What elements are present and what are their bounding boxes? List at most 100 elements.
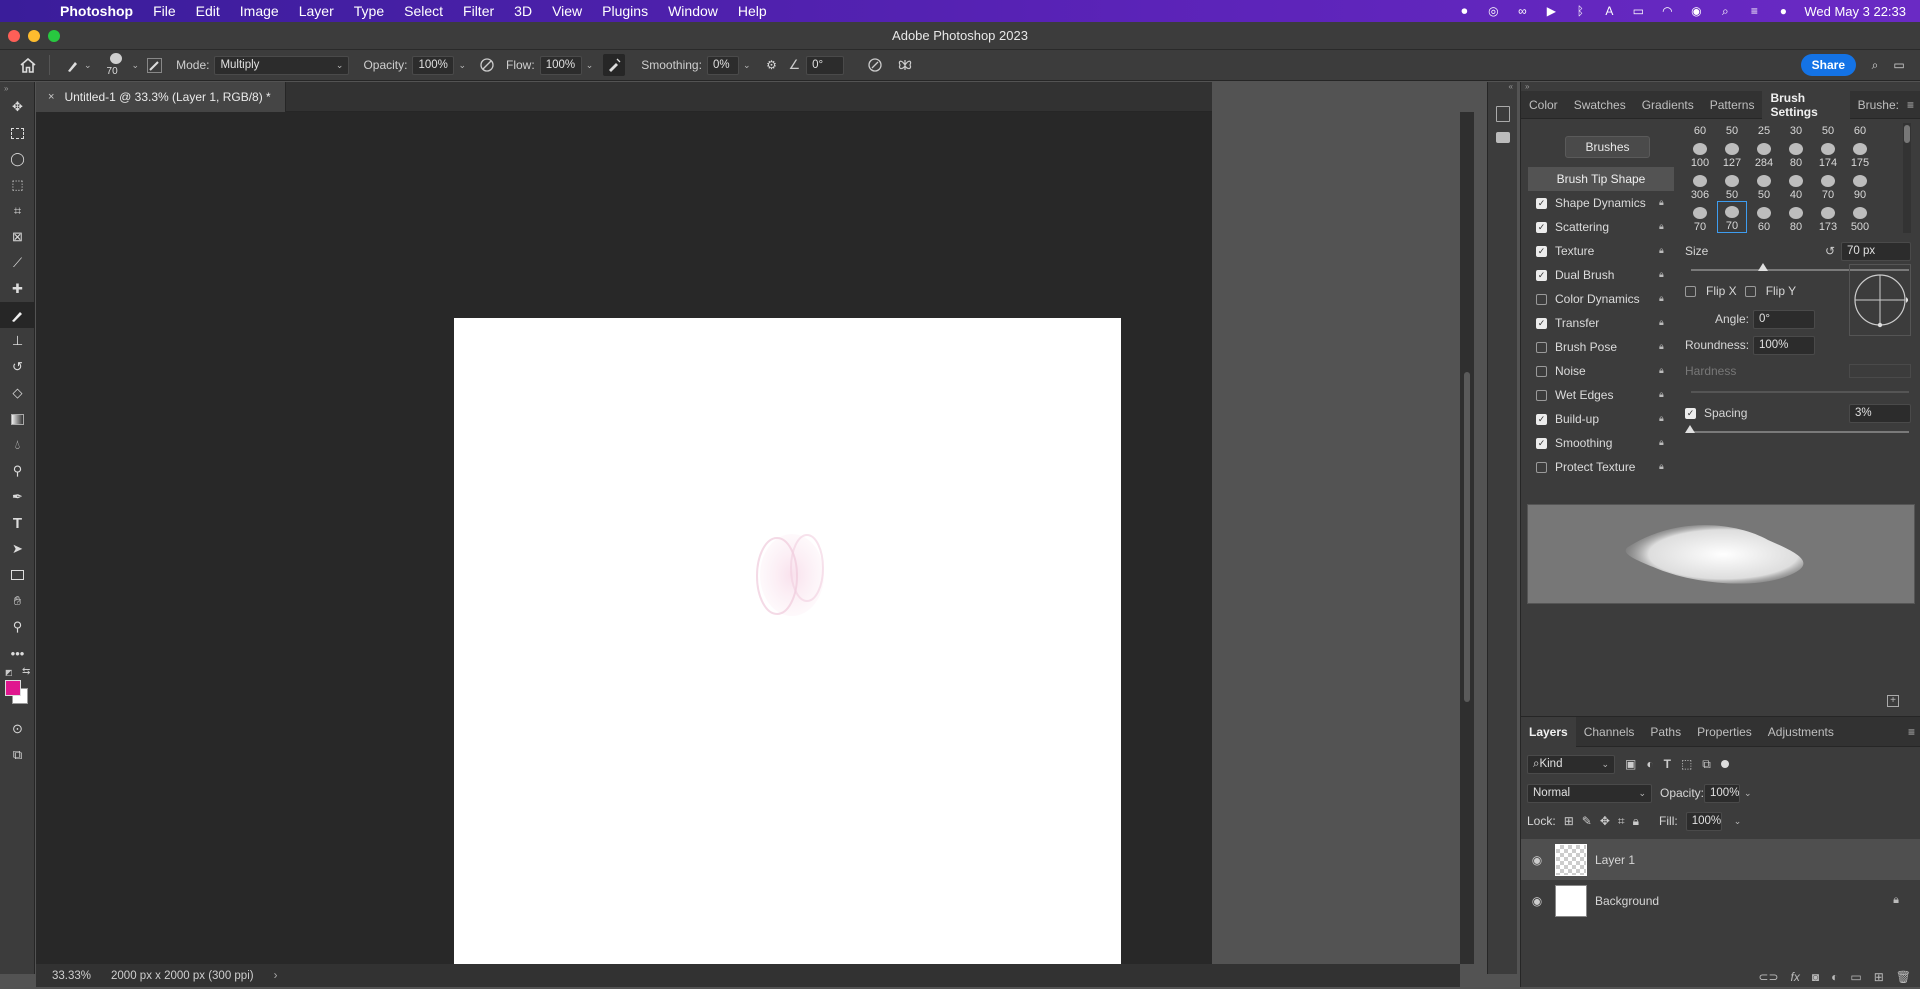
brush-preset[interactable]: 50 [1717,105,1747,137]
airbrush-icon[interactable] [603,54,626,76]
brush-preset[interactable]: 50 [1813,105,1843,137]
brush-option-label[interactable]: Shape Dynamics [1555,196,1646,210]
brush-option-row[interactable]: ✓ Texture 🔒︎ [1528,239,1674,263]
layer-row-layer1[interactable]: ◉ Layer 1 [1521,839,1920,880]
flip-x-checkbox[interactable] [1685,285,1696,297]
menu-view[interactable]: View [542,3,592,19]
brush-option-checkbox[interactable] [1536,389,1547,401]
layer-kind-filter[interactable]: ⌕Kind ⌄ [1527,754,1615,774]
reset-size-icon[interactable]: ↺ [1825,244,1835,258]
crop-tool-icon[interactable]: ⌗ [0,198,35,224]
zoom-window-button[interactable] [48,30,60,42]
brush-tip-shape[interactable]: Brush Tip Shape [1528,167,1674,191]
brush-preset-picker[interactable]: 70 [104,51,128,79]
brush-preset[interactable]: 40 [1781,169,1811,201]
tab-properties[interactable]: Properties [1689,717,1760,747]
chevron-down-icon[interactable]: ⌄ [458,60,466,71]
type-filter-icon[interactable]: T [1664,757,1671,771]
lock-transparent-icon[interactable]: ⊞ [1564,814,1574,828]
brush-preset[interactable]: 80 [1781,137,1811,169]
angle-roundness-widget[interactable] [1849,264,1911,336]
panel-menu-icon[interactable]: ≡ [1907,98,1920,112]
type-tool-icon[interactable]: T [0,510,35,536]
flip-y-checkbox[interactable] [1744,285,1756,297]
brush-angle-field[interactable]: 0° [806,55,845,75]
brush-option-label[interactable]: Dual Brush [1555,268,1614,282]
canvas-workspace[interactable] [36,112,1212,986]
brush-preset[interactable]: 284 [1749,137,1779,169]
stop-record-icon[interactable]: ⏺ [1456,4,1472,18]
spacing-checkbox[interactable]: ✓ [1685,407,1696,419]
lock-icon[interactable]: 🔒︎ [1659,389,1669,400]
lock-icon[interactable]: 🔒︎ [1659,341,1669,352]
brush-preset[interactable]: 100 [1685,137,1715,169]
spotlight-icon[interactable]: ⌕ [1717,4,1733,18]
object-selection-tool-icon[interactable]: ⬚ [0,172,35,198]
layer-name[interactable]: Background [1595,894,1659,908]
lock-artboard-icon[interactable]: ⌗ [1618,814,1625,829]
document-canvas[interactable] [454,318,1121,986]
panel-menu-icon[interactable]: ≡ [1908,725,1920,739]
eraser-tool-icon[interactable]: ◇ [0,380,35,406]
document-info[interactable]: 2000 px x 2000 px (300 ppi) [111,970,254,982]
menu-select[interactable]: Select [394,3,453,19]
scrollbar-thumb[interactable] [1904,125,1910,143]
gear-icon[interactable]: ⚙ [760,54,782,76]
lock-icon[interactable]: 🔒︎ [1659,461,1669,472]
menu-image[interactable]: Image [230,3,289,19]
angle-field[interactable]: 0° [1753,309,1815,329]
mode-select[interactable]: Multiply ⌄ [214,55,350,75]
lock-icon[interactable]: 🔒︎ [1659,293,1669,304]
brush-option-label[interactable]: Smoothing [1555,436,1612,450]
scrollbar-thumb[interactable] [1464,372,1470,702]
brush-option-checkbox[interactable]: ✓ [1536,221,1547,233]
lock-all-icon[interactable]: 🔒︎ [1633,814,1639,829]
comments-panel-icon[interactable] [1495,132,1510,143]
hand-tool-icon[interactable]: ✋︎ [0,588,35,614]
lock-icon[interactable]: 🔒︎ [1659,437,1669,448]
brush-preset[interactable]: 500 [1845,201,1875,233]
lock-icon[interactable]: 🔒︎ [1659,413,1669,424]
brush-preset[interactable]: 25 [1749,105,1779,137]
brush-preset[interactable]: 174 [1813,137,1843,169]
brush-option-label[interactable]: Color Dynamics [1555,292,1640,306]
tab-paths[interactable]: Paths [1642,717,1689,747]
brush-option-checkbox[interactable] [1536,293,1547,305]
move-tool-icon[interactable]: ✥ [0,94,35,120]
foreground-color-swatch[interactable] [5,680,21,696]
brush-tool-preset-icon[interactable] [62,54,84,76]
brush-option-row[interactable]: Brush Pose 🔒︎ [1528,335,1674,359]
dodge-tool-icon[interactable]: ⚲ [0,458,35,484]
brush-preset[interactable]: 60 [1685,105,1715,137]
brush-option-checkbox[interactable]: ✓ [1536,245,1547,257]
pressure-opacity-icon[interactable] [476,54,498,76]
lock-icon[interactable]: 🔒︎ [1659,365,1669,376]
brush-option-row[interactable]: ✓ Shape Dynamics 🔒︎ [1528,191,1674,215]
chevron-down-icon[interactable]: ⌄ [1744,788,1752,799]
brush-option-row[interactable]: Noise 🔒︎ [1528,359,1674,383]
play-icon[interactable]: ▶ [1543,4,1559,18]
brush-option-label[interactable]: Wet Edges [1555,388,1613,402]
menu-edit[interactable]: Edit [186,3,230,19]
adjustment-layer-icon[interactable]: ◐ [1831,970,1838,984]
zoom-level[interactable]: 33.33% [52,970,91,982]
clone-stamp-tool-icon[interactable]: ⊥ [0,328,35,354]
user-icon[interactable]: ◉ [1688,4,1704,18]
history-brush-tool-icon[interactable]: ↺ [0,354,35,380]
close-icon[interactable]: × [48,91,54,103]
brush-preset[interactable]: 80 [1781,201,1811,233]
trash-icon[interactable]: 🗑︎ [1896,970,1911,984]
screen-mode-icon[interactable]: ⧉ [0,742,35,768]
close-window-button[interactable] [8,30,20,42]
zoom-tool-icon[interactable]: ⚲ [0,614,35,640]
tab-channels[interactable]: Channels [1576,717,1643,747]
battery-icon[interactable]: ▭ [1630,4,1646,18]
opacity-field[interactable]: 100% [412,55,455,75]
brush-tool-icon[interactable] [0,302,35,328]
spacing-field[interactable]: 3% [1849,403,1911,423]
chevron-down-icon[interactable]: ⌄ [743,60,751,71]
brush-option-row[interactable]: ✓ Transfer 🔒︎ [1528,311,1674,335]
lock-icon[interactable]: 🔒︎ [1659,317,1669,328]
spacing-slider[interactable] [1691,431,1909,433]
brush-preset[interactable]: 173 [1813,201,1843,233]
